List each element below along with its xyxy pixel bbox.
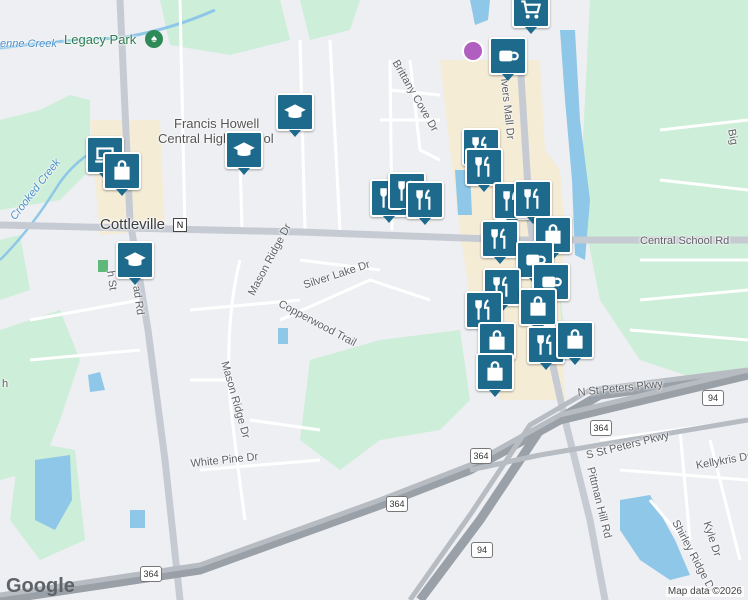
shopping-bag-icon[interactable]: [476, 353, 514, 397]
partial-street-label-left: h: [2, 378, 9, 390]
shopping-bag-icon[interactable]: [103, 152, 141, 196]
route-94-shield: 94: [471, 542, 493, 558]
legacy-park-label: Legacy Park: [64, 32, 137, 47]
route-364-shield: 364: [386, 496, 408, 512]
restaurant-icon[interactable]: [481, 220, 519, 264]
dardenne-creek-label: enne Creek: [0, 38, 57, 50]
central-school-rd-label: Central School Rd: [640, 235, 730, 247]
map-canvas[interactable]: enne Creek Crooked Creek Legacy Park ♠ F…: [0, 0, 748, 600]
shopping-cart-icon[interactable]: [512, 0, 550, 34]
route-94-shield: 94: [702, 390, 724, 406]
google-logo: Google: [6, 575, 75, 597]
partial-street-label-right: Big: [725, 128, 740, 146]
route-364-shield: 364: [470, 448, 492, 464]
place-of-worship-icon: [462, 40, 484, 62]
route-364-shield: 364: [140, 566, 162, 582]
school-icon[interactable]: [116, 241, 154, 285]
map-base-layer: [0, 0, 748, 600]
school-icon[interactable]: [276, 93, 314, 137]
north-marker: N: [173, 218, 187, 232]
shopping-bag-icon[interactable]: [556, 321, 594, 365]
restaurant-icon[interactable]: [514, 180, 552, 224]
town-label: Cottleville: [100, 216, 166, 233]
map-attribution[interactable]: Map data ©2026: [665, 586, 744, 597]
school-icon[interactable]: [225, 131, 263, 175]
school-label-line1: Francis Howell: [174, 116, 260, 131]
restaurant-icon[interactable]: [465, 148, 503, 192]
park-icon: ♠: [145, 30, 163, 48]
shopping-bag-icon[interactable]: [519, 288, 557, 332]
coffee-icon[interactable]: [489, 37, 527, 81]
route-364-shield: 364: [590, 420, 612, 436]
restaurant-icon[interactable]: [406, 181, 444, 225]
